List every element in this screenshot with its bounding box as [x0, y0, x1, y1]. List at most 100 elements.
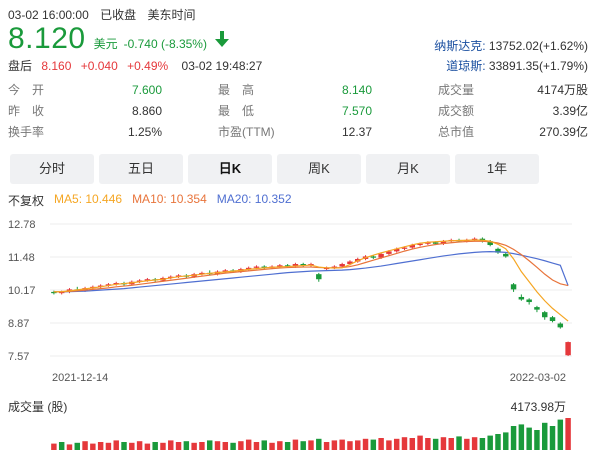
volume-bar	[362, 438, 369, 450]
volume-bar	[222, 442, 229, 450]
volume-bar	[440, 437, 447, 450]
stats-row: 今 开 7.600 最 高 8.140 成交量 4174万股	[8, 80, 588, 101]
tab-weekly-k[interactable]: 周K	[277, 154, 361, 184]
x-axis-end-date: 2022-03-02	[509, 372, 566, 384]
quote-datetime: 03-02 16:00:00	[8, 8, 89, 22]
volume-bar	[160, 442, 166, 450]
index-nasdaq[interactable]: 纳斯达克: 13752.02(+1.62%)	[434, 36, 588, 56]
index-panel: 纳斯达克: 13752.02(+1.62%) 道琼斯: 33891.35(+1.…	[434, 36, 588, 76]
volume-bar	[168, 440, 174, 450]
volume-bar	[370, 439, 377, 450]
volume-bar	[300, 441, 306, 450]
y-tick-label: 11.48	[8, 252, 35, 264]
candle-body	[253, 266, 260, 268]
stat-value: 4174万股	[537, 83, 588, 97]
stat-label: 换手率	[8, 125, 45, 139]
stat-turnover-amount: 成交额 3.39亿	[438, 101, 588, 122]
after-hours-label: 盘后	[8, 59, 33, 73]
candle-body	[316, 274, 322, 280]
tab-one-year[interactable]: 1年	[455, 154, 539, 184]
candle-body	[370, 256, 377, 258]
volume-bar	[534, 430, 540, 450]
volume-bar	[549, 426, 556, 450]
volume-bar	[152, 442, 158, 450]
volume-bar	[82, 441, 88, 450]
volume-bar	[339, 439, 345, 450]
stat-label: 最 低	[218, 104, 255, 118]
index-value: 13752.02(+1.62%)	[488, 39, 588, 53]
volume-chart[interactable]	[0, 412, 596, 459]
volume-bar	[331, 440, 338, 450]
candle-body	[542, 312, 548, 318]
volume-bar	[214, 441, 221, 450]
volume-bar	[74, 442, 80, 450]
chart-period-tabs: 分时 五日 日K 周K 月K 1年	[10, 154, 539, 184]
volume-bar	[425, 438, 431, 450]
volume-bar	[456, 436, 462, 450]
volume-bar	[526, 427, 532, 450]
volume-bar	[199, 442, 205, 450]
timezone-label: 美东时间	[147, 8, 196, 22]
price-change: -0.740 (-8.35%)	[123, 37, 207, 51]
volume-bar	[495, 434, 501, 450]
market-state: 已收盘	[100, 8, 137, 22]
volume-bar	[355, 440, 361, 450]
volume-bar	[253, 442, 260, 450]
candle-body	[557, 323, 564, 328]
volume-bar	[448, 438, 454, 450]
stats-row: 换手率 1.25% 市盈(TTM) 12.37 总市值 270.39亿	[8, 122, 588, 143]
stats-row: 昨 收 8.860 最 低 7.570 成交额 3.39亿	[8, 101, 588, 122]
index-name: 纳斯达克:	[434, 39, 486, 53]
index-dow[interactable]: 道琼斯: 33891.35(+1.79%)	[434, 56, 588, 76]
volume-bar	[51, 443, 57, 450]
stat-label: 总市值	[438, 125, 475, 139]
tab-five-day[interactable]: 五日	[99, 154, 183, 184]
volume-bar	[90, 443, 96, 450]
stat-market-cap: 总市值 270.39亿	[438, 122, 588, 143]
stat-label: 成交额	[438, 104, 475, 118]
volume-bar	[401, 437, 408, 450]
volume-bar	[503, 432, 509, 450]
volume-bar	[487, 435, 493, 450]
volume-bar	[97, 442, 104, 450]
volume-bar	[557, 419, 564, 450]
tab-daily-k[interactable]: 日K	[188, 154, 272, 184]
volume-bar	[277, 441, 283, 450]
stat-value: 270.39亿	[539, 125, 588, 139]
stat-value: 8.860	[131, 104, 162, 118]
stat-prev-close: 昨 收 8.860	[8, 101, 218, 122]
volume-bar	[58, 442, 65, 450]
candle-body	[565, 342, 571, 356]
volume-bar	[386, 440, 392, 450]
y-tick-label: 12.78	[8, 219, 36, 231]
volume-bar	[144, 443, 151, 450]
index-value: 33891.35(+1.79%)	[488, 59, 588, 73]
volume-bar	[409, 438, 416, 450]
candle-body	[510, 284, 517, 290]
volume-bar	[183, 441, 190, 450]
stat-volume: 成交量 4174万股	[438, 80, 588, 101]
volume-bar	[393, 438, 400, 450]
candle-body	[526, 299, 532, 303]
volume-bar	[479, 438, 486, 450]
stat-label: 昨 收	[8, 104, 45, 118]
volume-bar	[238, 441, 244, 450]
stat-open: 今 开 7.600	[8, 80, 218, 101]
stat-value: 8.140	[341, 83, 372, 97]
volume-bar	[417, 435, 423, 450]
stat-value: 7.570	[341, 104, 372, 118]
tab-monthly-k[interactable]: 月K	[366, 154, 450, 184]
stat-low: 最 低 7.570	[218, 101, 438, 122]
tab-intraday[interactable]: 分时	[10, 154, 94, 184]
stat-label: 今 开	[8, 83, 45, 97]
after-hours-change: +0.040	[80, 59, 118, 73]
volume-bar	[113, 440, 119, 450]
adjustment-selector[interactable]: 不复权	[8, 192, 44, 209]
stat-pe-ttm: 市盈(TTM) 12.37	[218, 122, 438, 143]
stat-high: 最 高 8.140	[218, 80, 438, 101]
candlestick-chart[interactable]: 12.78 11.48 10.17 8.87 7.57	[0, 210, 596, 392]
volume-bar	[129, 442, 135, 450]
volume-bar	[471, 437, 478, 450]
volume-bar	[66, 444, 73, 450]
volume-bar	[245, 439, 252, 450]
